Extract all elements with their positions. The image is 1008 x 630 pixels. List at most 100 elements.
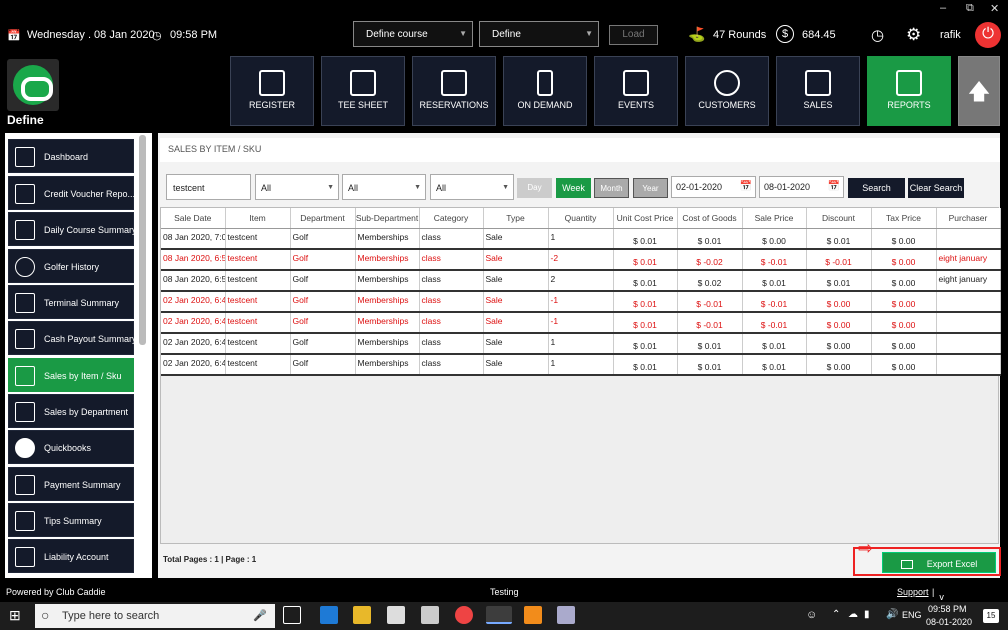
column-header[interactable]: Sub-Department [355,208,420,229]
nav-on-demand[interactable]: ON DEMAND [503,56,587,126]
period-year-button[interactable]: Year [633,178,668,198]
table-row[interactable]: 02 Jan 2020, 6:4 testcent Golf Memberships c… [161,333,1001,355]
table-cell: Golf [290,354,356,376]
define-select[interactable]: Define ▼ [479,21,599,47]
club-caddie-app-icon[interactable] [486,606,512,624]
sidebar-item-liability-account[interactable]: Liability Account [8,539,134,573]
course-select[interactable]: Define course ▼ [353,21,473,47]
taskbar-search-input[interactable]: ○ Type here to search 🎤 [35,604,275,628]
search-button[interactable]: Search [848,178,905,198]
search-input[interactable]: testcent [166,174,251,200]
table-row[interactable]: 02 Jan 2020, 6:4 testcent Golf Memberships c… [161,354,1001,376]
table-row[interactable]: 08 Jan 2020, 6:5 testcent Golf Memberships c… [161,249,1001,271]
settings-gear-icon[interactable]: ⚙ [906,25,921,45]
export-excel-button[interactable]: Export Excel [882,552,996,573]
sidebar-item-golfer-history[interactable]: Golfer History [8,249,134,283]
windows-start-icon[interactable]: ⊞ [9,608,23,622]
notification-badge[interactable]: 15 [983,609,999,623]
table-cell: $ -0.01 [677,312,743,334]
taskbar-date[interactable]: 08-01-2020 [926,617,972,627]
minimize-button[interactable]: – [940,2,946,14]
microphone-icon[interactable]: 🎤 [253,609,267,622]
support-link[interactable]: Support [897,587,929,597]
sidebar-item-sales-by-department[interactable]: Sales by Department [8,394,134,428]
filter-dropdown-1[interactable]: All ▼ [255,174,339,200]
table-cell: Memberships [355,270,420,292]
sidebar-item-daily-course-summary[interactable]: Daily Course Summary [8,212,134,246]
sublime-icon[interactable] [524,606,542,624]
nav-sales[interactable]: SALES [776,56,860,126]
sidebar-scrollbar[interactable] [139,135,146,345]
clear-search-button[interactable]: Clear Search [908,178,964,198]
nav-events[interactable]: EVENTS [594,56,678,126]
column-header[interactable]: Tax Price [871,208,937,229]
filter-dropdown-2[interactable]: All ▼ [342,174,426,200]
date-to-input[interactable]: 08-01-2020 📅 [759,176,844,198]
calendar-icon[interactable]: 📅 [740,181,752,192]
period-month-button[interactable]: Month [594,178,629,198]
table-cell: 02 Jan 2020, 6:4 [161,354,226,376]
nav-register[interactable]: REGISTER [230,56,314,126]
sidebar-item-cash-payout-summary[interactable]: Cash Payout Summary [8,321,134,355]
column-header[interactable]: Cost of Goods [677,208,743,229]
scroll-up-button[interactable]: 🡅 [958,56,1000,126]
nav-tee-sheet[interactable]: TEE SHEET [321,56,405,126]
table-row[interactable]: 08 Jan 2020, 7:0 testcent Golf Memberships c… [161,228,1001,250]
column-header[interactable]: Unit Cost Price [613,208,678,229]
mail-icon[interactable] [421,606,439,624]
edge-icon[interactable] [320,606,338,624]
sidebar-item-credit-voucher[interactable]: Credit Voucher Repo... [8,176,134,210]
sidebar-item-quickbooks[interactable]: Quickbooks [8,430,134,464]
nav-reservations[interactable]: RESERVATIONS [412,56,496,126]
period-week-button[interactable]: Week [556,178,591,198]
column-header[interactable]: Sale Price [742,208,807,229]
load-button[interactable]: Load [609,25,658,45]
chrome-icon[interactable] [455,606,473,624]
footer: Powered by Club Caddie Testing Support |… [0,582,1008,612]
sidebar-item-dashboard[interactable]: Dashboard [8,139,134,173]
cloud-icon[interactable]: ☁ [848,609,858,620]
volume-icon[interactable]: 🔊 [886,609,898,620]
sidebar-item-sales-by-item-sku[interactable]: Sales by Item / Sku [8,358,134,392]
tray-chevron-icon[interactable]: ⌃ [832,609,840,620]
taskbar-time[interactable]: 09:58 PM [928,604,967,614]
sidebar-item-payment-summary[interactable]: Payment Summary [8,467,134,501]
store-icon[interactable] [387,606,405,624]
battery-icon[interactable]: ▮ [864,609,870,620]
clock-icon: ◷ [152,30,162,42]
column-header[interactable]: Discount [806,208,872,229]
task-view-icon[interactable] [283,606,301,624]
table-row[interactable]: 02 Jan 2020, 6:4 testcent Golf Memberships c… [161,291,1001,313]
sidebar-item-tips-summary[interactable]: Tips Summary [8,503,134,537]
calendar-icon[interactable]: 📅 [828,181,840,192]
close-button[interactable]: ✕ [990,2,999,15]
column-header[interactable]: Type [483,208,549,229]
column-header[interactable]: Sale Date [161,208,226,229]
bar-chart-icon [15,366,35,386]
filter-dropdown-value: All [261,183,272,193]
people-icon[interactable]: ☺ [806,609,817,621]
sidebar-item-label: Payment Summary [44,480,121,490]
column-header[interactable]: Item [225,208,291,229]
power-icon[interactable]: ⏻ [975,22,1001,48]
file-explorer-icon[interactable] [353,606,371,624]
table-row[interactable]: 08 Jan 2020, 6:5 testcent Golf Memberships c… [161,270,1001,292]
column-header[interactable]: Quantity [548,208,614,229]
restore-button[interactable]: ⧉ [966,2,974,15]
nav-tee-sheet-label: TEE SHEET [337,100,388,110]
language-indicator[interactable]: ENG [902,610,922,620]
nav-customers[interactable]: CUSTOMERS [685,56,769,126]
history-clock-icon[interactable]: ◷ [871,26,884,44]
period-day-button[interactable]: Day [517,178,552,198]
sidebar-item-terminal-summary[interactable]: Terminal Summary [8,285,134,319]
paint-icon[interactable] [557,606,575,624]
table-cell: Sale [483,333,549,355]
date-from-input[interactable]: 02-01-2020 📅 [671,176,756,198]
filter-dropdown-3[interactable]: All ▼ [430,174,514,200]
table-cell: $ 0.00 [806,354,872,376]
column-header[interactable]: Purchaser [936,208,1001,229]
column-header[interactable]: Category [419,208,484,229]
table-row[interactable]: 02 Jan 2020, 6:4 testcent Golf Memberships c… [161,312,1001,334]
nav-reports[interactable]: REPORTS [867,56,951,126]
column-header[interactable]: Department [290,208,356,229]
